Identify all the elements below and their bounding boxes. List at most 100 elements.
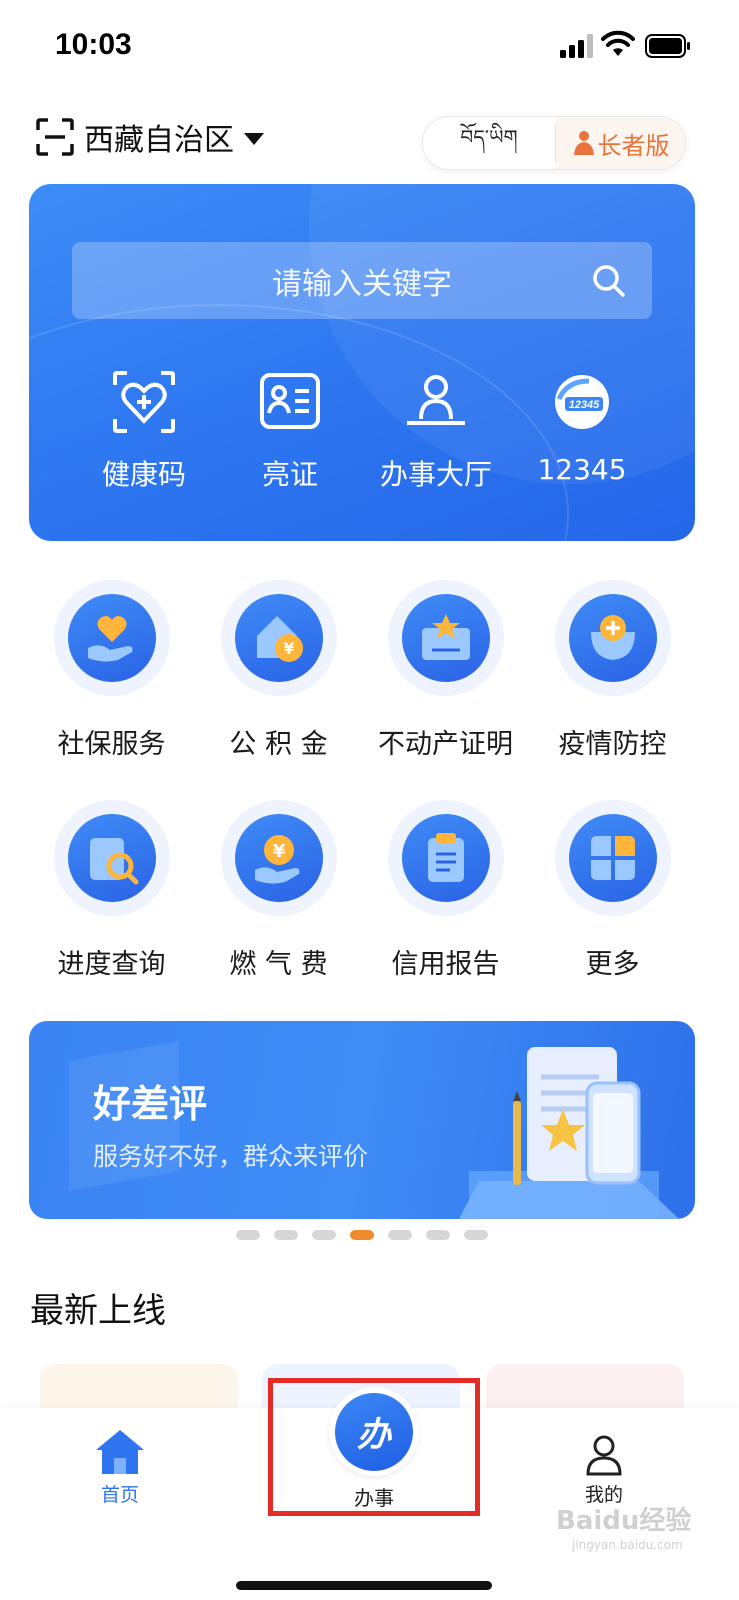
- svg-text:12345: 12345: [569, 399, 600, 411]
- carousel-dots: [236, 1230, 502, 1240]
- service-icon-ring: [554, 800, 671, 916]
- quick-action-label: 健康码: [101, 458, 186, 491]
- social-security-icon: [87, 616, 132, 662]
- service-icon-ring: [387, 580, 504, 696]
- tab-label: 办事: [354, 1486, 394, 1510]
- section-title-latest: 最新上线: [30, 1291, 166, 1331]
- progress-query-icon: [89, 838, 138, 885]
- health-code-icon: [113, 371, 175, 433]
- service-icon-ring: ¥: [220, 580, 337, 696]
- quick-action-label: 亮证: [261, 458, 318, 491]
- service-label: 社保服务: [57, 729, 166, 760]
- quick-action-health-code[interactable]: 健康码: [71, 369, 217, 493]
- property-certificate-icon: [421, 614, 470, 660]
- service-icon-disc: [67, 814, 156, 902]
- location-name: 西藏自治区: [84, 123, 234, 158]
- service-icon-ring: ¥: [220, 800, 337, 916]
- carousel-dot[interactable]: [464, 1230, 488, 1240]
- search-input[interactable]: 请输入关键字: [72, 242, 652, 319]
- chevron-down-icon: [244, 133, 264, 145]
- language-switch: བོད་ཡིག 长者版: [422, 116, 686, 170]
- service-icon-disc: [67, 594, 156, 682]
- battery-icon: [645, 34, 690, 58]
- carousel-dot[interactable]: [388, 1230, 412, 1240]
- watermark-url: jingyan.baidu.com: [572, 1538, 683, 1552]
- location-selector[interactable]: 西藏自治区: [36, 112, 264, 162]
- carousel-dot[interactable]: [274, 1230, 298, 1240]
- service-label: 更多: [585, 949, 640, 980]
- service-row: 社保服务 ¥ 公 积 金 不动产证明 疫情防控: [28, 580, 712, 800]
- service-icon-ring: [554, 580, 671, 696]
- service-housing-fund[interactable]: ¥ 公 积 金: [195, 580, 362, 800]
- service-icon-ring: [53, 800, 170, 916]
- service-icon-disc: [568, 594, 657, 682]
- gas-fee-icon: ¥: [254, 835, 299, 884]
- service-hall-icon: [407, 375, 465, 425]
- elder-person-icon: [573, 131, 594, 155]
- carousel-dot[interactable]: [312, 1230, 336, 1240]
- service-label: 进度查询: [57, 949, 166, 980]
- service-icon-ring: [387, 800, 504, 916]
- tab-profile[interactable]: 我的: [564, 1434, 644, 1507]
- carousel-dot-active[interactable]: [350, 1230, 374, 1240]
- id-card-icon: [260, 373, 320, 429]
- service-icon-disc: ¥: [234, 814, 323, 902]
- service-label: 疫情防控: [558, 729, 667, 760]
- service-progress-query[interactable]: 进度查询: [28, 800, 195, 1020]
- service-icon-disc: [568, 814, 657, 902]
- wifi-icon: [601, 30, 635, 56]
- review-illustration: [459, 1047, 679, 1219]
- home-indicator[interactable]: [236, 1581, 492, 1590]
- quick-actions: 健康码 亮证 办事大厅 12345 12345: [29, 369, 695, 493]
- search-placeholder: 请输入关键字: [272, 266, 452, 302]
- service-label: 信用报告: [391, 949, 500, 980]
- status-bar: 10:03: [0, 0, 739, 92]
- credit-report-icon: [427, 833, 464, 882]
- hotline-12345-icon: 12345: [555, 375, 609, 429]
- more-icon: [590, 836, 635, 880]
- service-icon-disc: [401, 594, 490, 682]
- service-credit-report[interactable]: 信用报告: [362, 800, 529, 1020]
- service-epidemic-control[interactable]: 疫情防控: [529, 580, 696, 800]
- tibetan-language-button[interactable]: བོད་ཡིག: [423, 117, 555, 169]
- quick-action-service-hall[interactable]: 办事大厅: [363, 369, 509, 493]
- status-time: 10:03: [55, 28, 132, 61]
- tab-label: 首页: [100, 1484, 139, 1506]
- epidemic-control-icon: [590, 615, 635, 660]
- elder-mode-label: 长者版: [597, 131, 670, 160]
- service-grid: 社保服务 ¥ 公 积 金 不动产证明 疫情防控 进度查询 ¥ 燃 气 费 信用报…: [28, 580, 712, 1020]
- service-more[interactable]: 更多: [529, 800, 696, 1020]
- svg-text:¥: ¥: [272, 841, 285, 862]
- banner-title: 好差评: [93, 1082, 208, 1126]
- quick-action-label: 办事大厅: [379, 458, 492, 491]
- search-icon[interactable]: [592, 264, 626, 298]
- services-badge: 办: [329, 1387, 419, 1476]
- home-icon: [96, 1430, 144, 1474]
- review-banner[interactable]: 好差评 服务好不好，群众来评价: [29, 1021, 695, 1219]
- service-property-certificate[interactable]: 不动产证明: [362, 580, 529, 800]
- service-row: 进度查询 ¥ 燃 气 费 信用报告 更多: [28, 800, 712, 1020]
- elder-mode-button[interactable]: 长者版: [556, 117, 685, 169]
- tab-services[interactable]: 办 办事: [268, 1378, 480, 1516]
- quick-action-hotline-12345[interactable]: 12345 12345: [509, 369, 655, 493]
- scan-icon[interactable]: [36, 118, 74, 156]
- service-icon-disc: ¥: [234, 594, 323, 682]
- cellular-signal-icon: [560, 34, 593, 58]
- service-icon-ring: [53, 580, 170, 696]
- carousel-dot[interactable]: [426, 1230, 450, 1240]
- carousel-dot[interactable]: [236, 1230, 260, 1240]
- profile-icon: [586, 1435, 622, 1476]
- watermark: Baidu经验: [556, 1506, 692, 1536]
- service-label: 不动产证明: [378, 729, 513, 760]
- svg-text:¥: ¥: [283, 639, 294, 658]
- tab-home[interactable]: 首页: [80, 1428, 160, 1507]
- quick-action-label: 12345: [537, 453, 627, 486]
- service-label: 燃 气 费: [229, 949, 328, 980]
- housing-fund-icon: ¥: [256, 616, 303, 662]
- quick-action-show-id[interactable]: 亮证: [217, 369, 363, 493]
- banner-subtitle: 服务好不好，群众来评价: [93, 1142, 369, 1171]
- service-gas-fee[interactable]: ¥ 燃 气 费: [195, 800, 362, 1020]
- hero-panel: 请输入关键字 健康码 亮证 办事大厅 12345 12345: [29, 184, 695, 541]
- service-social-security[interactable]: 社保服务: [28, 580, 195, 800]
- services-badge-icon: 办: [335, 1392, 413, 1471]
